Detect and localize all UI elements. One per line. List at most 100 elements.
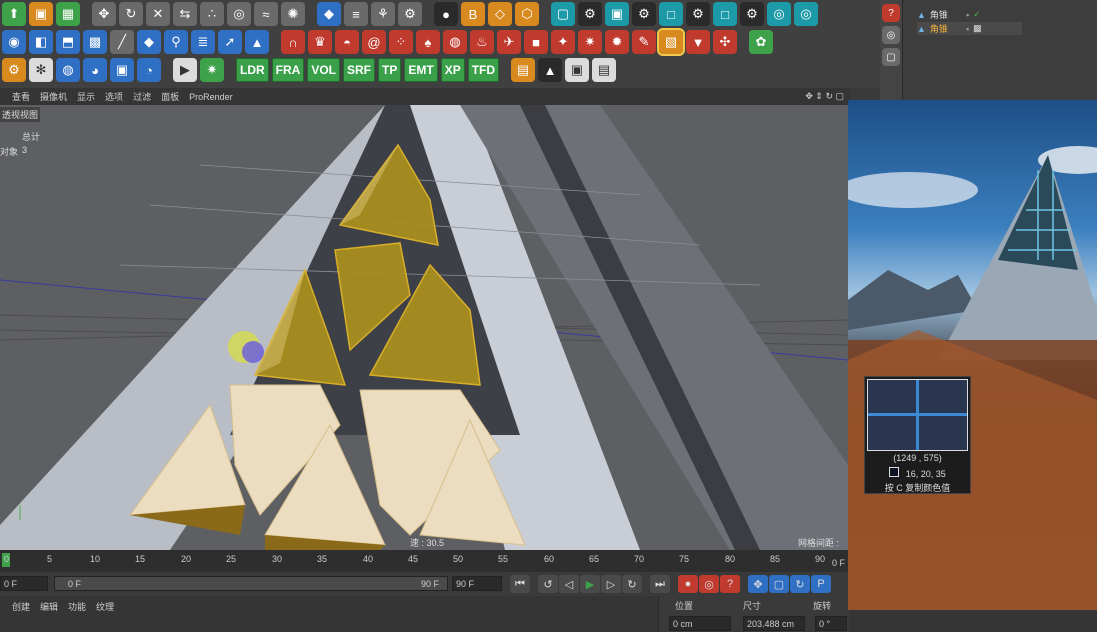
srf-button[interactable]: SRF — [343, 58, 376, 82]
fan-white-icon[interactable]: ✻ — [29, 58, 53, 82]
box-orange-icon[interactable]: ▤ — [511, 58, 536, 82]
red-cube-icon[interactable]: ■ — [524, 30, 548, 54]
current-frame-field[interactable]: 0 F — [0, 576, 48, 591]
dots-icon[interactable]: ⁘ — [389, 30, 413, 54]
render-region-icon[interactable]: ▣ — [29, 2, 53, 26]
gradient-icon[interactable]: ▧ — [657, 28, 685, 56]
next-frame-icon[interactable]: ▷ — [601, 575, 621, 593]
undo-icon[interactable]: ⬆ — [2, 2, 26, 26]
settings-small-icon[interactable]: ⚙ — [578, 2, 602, 26]
magnify-icon[interactable]: ⚲ — [164, 30, 188, 54]
x-size-field[interactable]: 203.488 cm — [743, 616, 805, 631]
param-key-icon[interactable]: P — [811, 575, 831, 593]
bottle-icon[interactable]: ♨ — [470, 30, 494, 54]
dome-icon[interactable]: ◓ — [335, 30, 359, 54]
scale-key-icon[interactable]: ▢ — [769, 575, 789, 593]
cog-orange-icon[interactable]: ⚙ — [2, 58, 26, 82]
fire-icon[interactable]: ▲ — [538, 58, 563, 82]
grid-icon[interactable]: ▦ — [56, 2, 80, 26]
document-icon[interactable]: ▤ — [592, 58, 617, 82]
magnet-red-icon[interactable]: ∩ — [281, 30, 305, 54]
overlap-icon[interactable]: ◎ — [767, 2, 791, 26]
settings-small-icon-3[interactable]: ⚙ — [686, 2, 710, 26]
transform-tool-icon[interactable]: ⇆ — [173, 2, 197, 26]
cube-blue-icon[interactable]: ▣ — [110, 58, 134, 82]
pinwheel-icon[interactable]: ✣ — [713, 30, 737, 54]
balloon-icon[interactable]: ♠ — [416, 30, 440, 54]
record-icon[interactable]: ● — [678, 575, 698, 593]
menu-view[interactable]: 查看 — [12, 90, 30, 103]
square-icon-2[interactable]: □ — [713, 2, 737, 26]
square-icon[interactable]: □ — [659, 2, 683, 26]
object-row[interactable]: ▲ 角锥 ▪ ✓ — [917, 8, 981, 21]
check-icon[interactable]: ✓ — [973, 9, 981, 20]
settings-small-icon-2[interactable]: ⚙ — [632, 2, 656, 26]
viewport-nav-icons[interactable]: ✥ ⇕ ↻ ▢ — [805, 91, 844, 102]
gear-icon[interactable]: ⚙ — [398, 2, 422, 26]
loop-forward-icon[interactable]: ↻ — [622, 575, 642, 593]
splash-icon[interactable]: ✹ — [605, 30, 629, 54]
emt-button[interactable]: EMT — [404, 58, 438, 82]
crown-icon[interactable]: ♛ — [308, 30, 332, 54]
frame-icon[interactable]: ▢ — [551, 2, 575, 26]
bucket-icon[interactable]: ⬒ — [56, 30, 80, 54]
render-view-icon[interactable]: ▣ — [565, 58, 590, 82]
h-rotation-field[interactable]: 0 ° — [815, 616, 847, 631]
extrude-icon[interactable]: ◆ — [137, 30, 161, 54]
stack-icon[interactable]: ▣ — [605, 2, 629, 26]
move-tool-icon[interactable]: ✥ — [92, 2, 116, 26]
scale-tool-icon[interactable]: ✕ — [146, 2, 170, 26]
fan-icon[interactable]: ✷ — [578, 30, 602, 54]
visibility-icon[interactable]: ▪ — [966, 24, 969, 34]
object-row-selected[interactable]: ▲ 角锥 ▪ ▩ — [917, 22, 1022, 35]
vol-button[interactable]: VOL — [307, 58, 341, 82]
x-position-field[interactable]: 0 cm — [669, 616, 731, 631]
perspective-viewport[interactable]: 透视视图 总计 对象 3 速 : 30.5 网格间距 : 10 — [0, 105, 848, 550]
settings-small-icon-4[interactable]: ⚙ — [740, 2, 764, 26]
live-select-icon[interactable]: ◧ — [29, 30, 53, 54]
rotate-tool-icon[interactable]: ↻ — [119, 2, 143, 26]
box-icon[interactable]: ⬡ — [515, 2, 539, 26]
menu-panel[interactable]: 面板 — [161, 90, 179, 103]
axis-tool-icon[interactable]: ◎ — [227, 2, 251, 26]
triangle-icon[interactable]: ▲ — [245, 30, 269, 54]
loop-back-icon[interactable]: ↺ — [538, 575, 558, 593]
fra-button[interactable]: FRA — [271, 58, 305, 82]
gear-green-icon[interactable]: ✷ — [200, 58, 224, 82]
ldr-button[interactable]: LDR — [236, 58, 269, 82]
menu-function[interactable]: 功能 — [68, 600, 86, 613]
menu-prorender[interactable]: ProRender — [189, 92, 233, 102]
menu-display[interactable]: 显示 — [77, 90, 95, 103]
help-icon[interactable]: ? — [882, 4, 900, 22]
xp-button[interactable]: XP — [440, 58, 465, 82]
checker-tag-icon[interactable]: ▩ — [973, 23, 982, 34]
spray-icon[interactable]: ✦ — [551, 30, 575, 54]
select-icon[interactable]: ◉ — [2, 30, 26, 54]
plant-icon[interactable]: ✿ — [749, 30, 773, 54]
tool-a-icon[interactable]: ◎ — [882, 26, 900, 44]
menu-create[interactable]: 创建 — [12, 600, 30, 613]
keyframe-help-icon[interactable]: ? — [720, 575, 740, 593]
brush-red-icon[interactable]: ✎ — [632, 30, 656, 54]
range-slider[interactable]: 0 F 90 F — [54, 576, 448, 591]
twist-tool-icon[interactable]: ≈ — [254, 2, 278, 26]
spiral-icon[interactable]: @ — [362, 30, 386, 54]
menu-edit[interactable]: 编辑 — [40, 600, 58, 613]
tool-b-icon[interactable]: ▢ — [882, 48, 900, 66]
play-arrow-icon[interactable]: ▶ — [173, 58, 197, 82]
swirl-icon[interactable]: ◔ — [137, 58, 161, 82]
max-frame-field[interactable]: 90 F — [452, 576, 502, 591]
cube-wire-icon[interactable]: ◇ — [488, 2, 512, 26]
menu-filter[interactable]: 过滤 — [133, 90, 151, 103]
sphere-icon[interactable]: ◕ — [83, 58, 107, 82]
prev-frame-icon[interactable]: ◁ — [559, 575, 579, 593]
disc-icon[interactable]: ◍ — [443, 30, 467, 54]
knife-icon[interactable]: ╱ — [110, 30, 134, 54]
menu-options[interactable]: 选项 — [105, 90, 123, 103]
magnet-icon[interactable]: ⚘ — [371, 2, 395, 26]
paint-icon[interactable]: ◆ — [317, 2, 341, 26]
tfd-button[interactable]: TFD — [467, 58, 500, 82]
move-key-icon[interactable]: ✥ — [748, 575, 768, 593]
bowl-icon[interactable]: ▼ — [686, 30, 710, 54]
menu-texture[interactable]: 纹理 — [96, 600, 114, 613]
